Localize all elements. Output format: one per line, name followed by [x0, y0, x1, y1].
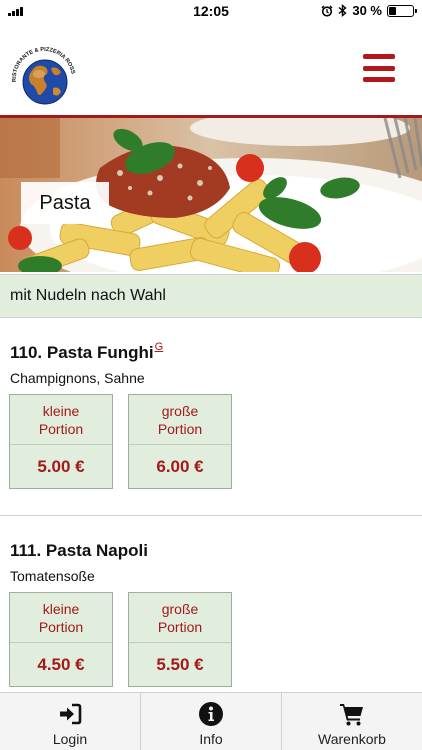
app-header: RISTORANTE & PIZZERIA ROSSO — [0, 22, 422, 118]
cart-icon — [340, 704, 363, 726]
status-bar: 12:05 30 % — [0, 0, 422, 22]
tab-label: Login — [52, 731, 88, 747]
battery-percentage: 30 % — [352, 3, 382, 18]
category-title: Pasta — [21, 182, 109, 224]
bluetooth-icon — [338, 4, 347, 17]
price-option-large[interactable]: große Portion 5.50 € — [128, 592, 232, 687]
portion-label-line1: große — [161, 600, 199, 617]
item-description: Tomatensoße — [10, 568, 95, 584]
category-hero-image: Pasta — [0, 118, 422, 272]
allergen-link[interactable]: G — [155, 341, 164, 353]
tab-label: Warenkorb — [318, 731, 386, 747]
restaurant-logo[interactable]: RISTORANTE & PIZZERIA ROSSO — [9, 42, 79, 112]
item-title: 111. Pasta Napoli — [10, 541, 148, 561]
item-divider — [0, 515, 422, 516]
price-option-large[interactable]: große Portion 6.00 € — [128, 394, 232, 489]
tab-cart[interactable]: Warenkorb — [282, 693, 422, 750]
menu-item-110: 110. Pasta FunghiG Champignons, Sahne kl… — [0, 330, 422, 510]
status-right: 30 % — [321, 3, 417, 18]
category-subtitle: mit Nudeln nach Wahl — [0, 274, 422, 318]
menu-item-111: 111. Pasta Napoli Tomatensoße kleine Por… — [0, 528, 422, 692]
portion-label: große Portion — [129, 395, 231, 445]
portion-label: große Portion — [129, 593, 231, 643]
price-value: 5.50 € — [156, 654, 204, 674]
portion-label-line1: kleine — [42, 402, 80, 419]
price-value: 5.00 € — [37, 456, 85, 476]
item-title-text: 110. Pasta Funghi — [10, 343, 154, 362]
portion-label-line1: kleine — [42, 600, 80, 617]
portion-label: kleine Portion — [10, 593, 112, 643]
price-value: 6.00 € — [156, 456, 204, 476]
info-icon — [199, 702, 223, 726]
portion-label-line1: große — [161, 402, 199, 419]
login-icon — [60, 703, 82, 725]
item-description: Champignons, Sahne — [10, 370, 145, 386]
price-option-small[interactable]: kleine Portion 5.00 € — [9, 394, 113, 489]
battery-icon — [387, 4, 417, 17]
tab-label: Info — [199, 731, 223, 747]
tab-login[interactable]: Login — [0, 693, 141, 750]
bottom-tab-bar: Login Info Warenkorb — [0, 692, 422, 750]
hamburger-menu-icon[interactable] — [363, 54, 395, 82]
price-value: 4.50 € — [37, 654, 85, 674]
portion-label-line2: Portion — [38, 618, 84, 635]
portion-label-line2: Portion — [38, 420, 84, 437]
item-title-text: 111. Pasta Napoli — [10, 541, 148, 560]
portion-label-line2: Portion — [157, 420, 203, 437]
alarm-icon — [321, 4, 333, 17]
tab-info[interactable]: Info — [141, 693, 282, 750]
battery-fill — [389, 6, 396, 15]
portion-label-line2: Portion — [157, 618, 203, 635]
price-option-small[interactable]: kleine Portion 4.50 € — [9, 592, 113, 687]
item-title: 110. Pasta FunghiG — [10, 341, 164, 363]
portion-label: kleine Portion — [10, 395, 112, 445]
